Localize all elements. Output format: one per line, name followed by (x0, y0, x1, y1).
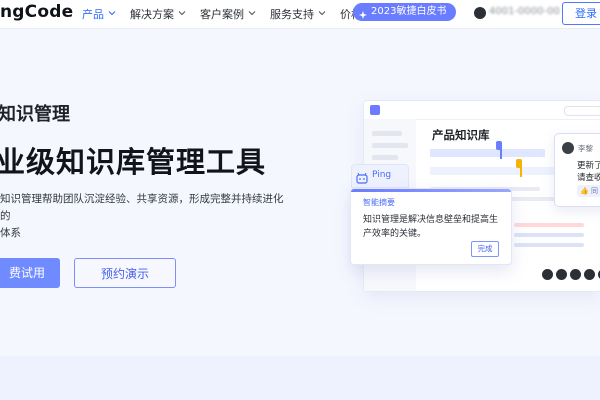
mockup-topbar (364, 101, 600, 120)
nav-item-label: 客户案例 (200, 8, 244, 21)
app-logo-icon (370, 105, 380, 115)
ping-tab: Ping (351, 164, 409, 188)
hero-description: 知识管理帮助团队沉淀经验、共享资源，形成完整并持续进化的 体系 (0, 191, 290, 242)
description-line: 知识管理帮助团队沉淀经验、共享资源，形成完整并持续进化的 (0, 193, 284, 222)
card-accent-bar (351, 189, 511, 192)
chevron-down-icon (248, 9, 256, 17)
collaborator-tag (516, 159, 522, 168)
text-highlight (430, 149, 545, 157)
comment-card: 李黎 ✕ 更新了 请查收 👍 同 (554, 133, 600, 207)
summary-text: 知识管理是解决信息壁垒和提高生产效率的关键。 (363, 215, 499, 239)
nav-item-support[interactable]: 服务支持 (270, 6, 326, 22)
main-nav: 产品 解决方案 客户案例 服务支持 价格 (82, 4, 362, 24)
top-nav-bar: ngCode 产品 解决方案 客户案例 服务支持 价格 2023敏捷白皮书 40… (0, 0, 600, 29)
reaction-chip: 👍 同 (577, 185, 600, 197)
reaction-label: 同 (590, 187, 598, 195)
avatar (583, 268, 596, 281)
chevron-down-icon (318, 9, 326, 17)
login-button[interactable]: 登录 (562, 2, 600, 25)
comment-author: 李黎 (578, 144, 593, 153)
table-row (514, 223, 584, 227)
collaborator-tag (496, 141, 502, 150)
avatar (555, 268, 568, 281)
brand-logo[interactable]: ngCode (0, 2, 73, 22)
sidebar-placeholder (372, 155, 398, 160)
chevron-down-icon (178, 9, 186, 17)
collaborator-avatars (541, 268, 600, 282)
free-trial-button[interactable]: 费试用 (0, 258, 60, 288)
table-row (514, 243, 584, 247)
lower-section-band (0, 356, 600, 400)
mockup-doc-title: 产品知识库 (432, 128, 490, 142)
description-line: 体系 (0, 227, 21, 239)
whitepaper-badge[interactable]: 2023敏捷白皮书 (353, 3, 457, 21)
spark-icon (359, 8, 367, 19)
avatar (569, 268, 582, 281)
ping-label: Ping (372, 170, 392, 180)
avatar (562, 142, 574, 154)
page-title: 业级知识库管理工具 (0, 145, 267, 179)
summary-title: 智能摘要 (363, 198, 395, 207)
nav-item-products[interactable]: 产品 (82, 6, 116, 22)
nav-item-solutions[interactable]: 解决方案 (130, 6, 186, 22)
sidebar-placeholder (372, 143, 408, 148)
comment-text: 请查收 (577, 173, 600, 183)
nav-item-customer-cases[interactable]: 客户案例 (200, 6, 256, 22)
nav-item-label: 服务支持 (270, 8, 314, 21)
thumbs-up-icon: 👍 (580, 187, 589, 195)
phone-number: 4001-0000-00 (489, 6, 560, 17)
avatar (541, 268, 554, 281)
table-row (514, 233, 584, 237)
search-box (564, 106, 600, 116)
book-demo-button[interactable]: 预约演示 (74, 258, 176, 288)
comment-text: 更新了 (577, 161, 600, 171)
nav-item-label: 产品 (82, 8, 104, 21)
nav-item-label: 解决方案 (130, 8, 174, 21)
phone-icon (474, 7, 486, 19)
chevron-down-icon (108, 9, 116, 17)
done-button: 完成 (471, 241, 499, 257)
whitepaper-badge-label: 2023敏捷白皮书 (371, 6, 447, 17)
sidebar-placeholder (372, 131, 402, 136)
ping-bot-icon (356, 169, 368, 184)
section-eyebrow: 知识管理 (0, 104, 70, 125)
ai-summary-card: 智能摘要 知识管理是解决信息壁垒和提高生产效率的关键。 完成 (350, 188, 512, 265)
